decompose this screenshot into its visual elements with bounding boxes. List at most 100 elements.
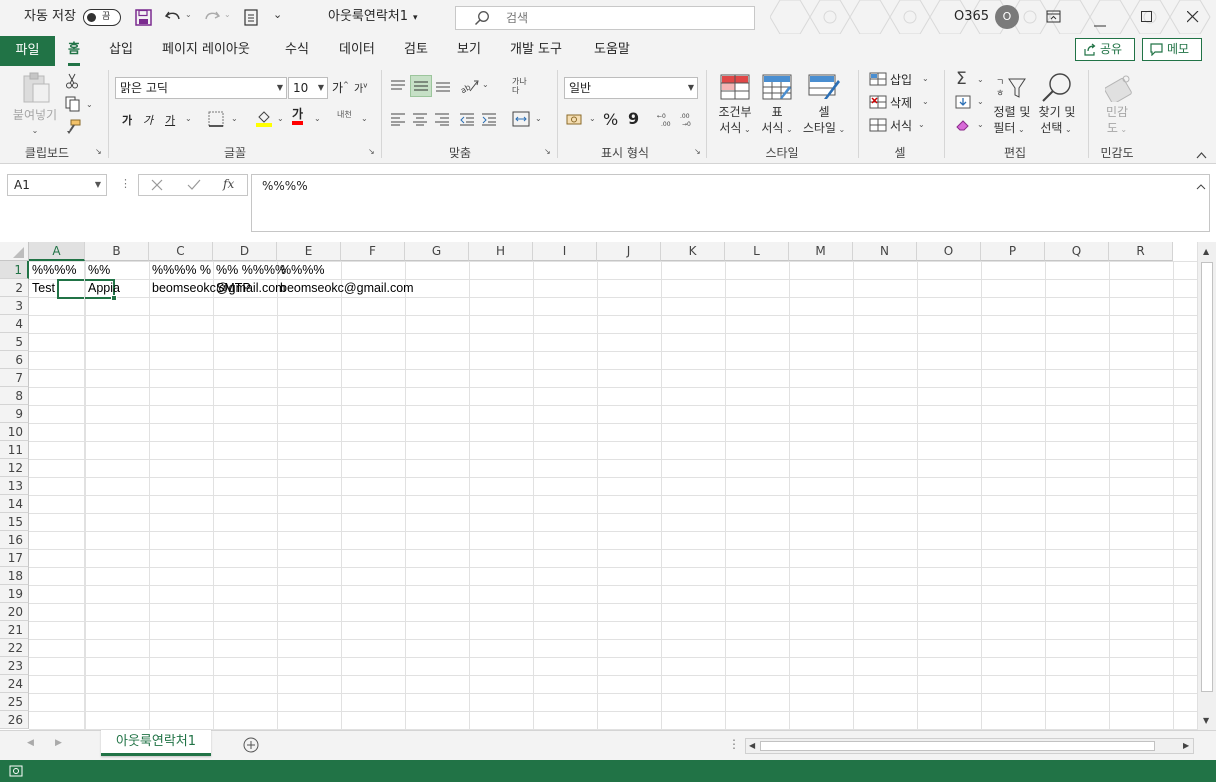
format-as-table-icon[interactable] xyxy=(762,74,792,103)
collapse-formula-bar-icon[interactable] xyxy=(1196,179,1206,193)
row-header-15[interactable]: 15 xyxy=(0,513,29,531)
sort-filter-label-1[interactable]: 정렬 및 xyxy=(987,104,1037,120)
phonetic-dropdown-icon[interactable]: ⌄ xyxy=(361,114,368,123)
column-header-o[interactable]: O xyxy=(917,242,981,261)
avatar[interactable]: O xyxy=(995,5,1019,29)
cell-area[interactable]: %%%%%%%%%% %%% %%%%%%%% Test Appia beomseok… xyxy=(29,261,1197,730)
conditional-formatting-label-1[interactable]: 조건부 xyxy=(712,104,758,120)
row-header-19[interactable]: 19 xyxy=(0,585,29,603)
insert-cells-icon[interactable] xyxy=(869,72,887,89)
column-header-h[interactable]: H xyxy=(469,242,533,261)
cell-e1[interactable]: %%%% xyxy=(277,261,324,279)
cell-styles-icon[interactable] xyxy=(808,74,840,103)
find-select-icon[interactable] xyxy=(1041,72,1073,105)
cell-d1[interactable]: %% %%%% xyxy=(213,261,286,279)
share-button[interactable]: 공유 xyxy=(1075,38,1135,61)
phonetic-guide-button[interactable]: 내천 xyxy=(337,110,355,119)
minimize-icon[interactable] xyxy=(1094,16,1106,30)
scroll-right-icon[interactable]: ▶ xyxy=(1183,741,1189,750)
cell-e2[interactable]: beomseokc@gmail.com xyxy=(277,279,414,297)
wrap-text-button[interactable]: 가나 다 xyxy=(512,77,532,95)
column-header-l[interactable]: L xyxy=(725,242,789,261)
paste-icon[interactable] xyxy=(21,72,51,107)
border-dropdown-icon[interactable]: ⌄ xyxy=(231,114,238,123)
tab-help[interactable]: 도움말 xyxy=(594,36,630,66)
tab-file[interactable]: 파일 xyxy=(0,36,55,66)
cell-d2[interactable]: SMTP xyxy=(213,279,251,297)
align-top-icon[interactable] xyxy=(390,79,406,96)
border-icon[interactable] xyxy=(208,111,224,130)
align-middle-button[interactable] xyxy=(410,75,432,97)
tab-view[interactable]: 보기 xyxy=(457,36,481,66)
cell-b1[interactable]: %% xyxy=(85,261,110,279)
row-header-11[interactable]: 11 xyxy=(0,441,29,459)
select-all-corner[interactable] xyxy=(0,242,29,261)
horizontal-scrollbar[interactable]: ◀ ▶ xyxy=(745,738,1194,754)
undo-dropdown-icon[interactable]: ⌄ xyxy=(185,10,192,19)
row-header-24[interactable]: 24 xyxy=(0,675,29,693)
orientation-icon[interactable]: ab xyxy=(459,77,480,96)
row-header-22[interactable]: 22 xyxy=(0,639,29,657)
conditional-formatting-label-2[interactable]: 서식 ⌄ xyxy=(712,120,758,138)
paste-button-label[interactable]: 붙여넣기 xyxy=(10,107,60,123)
cell-b2[interactable]: Appia xyxy=(85,279,120,297)
column-header-e[interactable]: E xyxy=(277,242,341,261)
row-header-18[interactable]: 18 xyxy=(0,567,29,585)
save-icon[interactable] xyxy=(135,9,152,29)
comments-button[interactable]: 메모 xyxy=(1142,38,1202,61)
drag-handle-icon[interactable]: ⋮ xyxy=(120,177,131,190)
row-header-26[interactable]: 26 xyxy=(0,711,29,729)
next-sheet-icon[interactable]: ▶ xyxy=(55,738,62,748)
format-cells-icon[interactable] xyxy=(869,118,887,135)
autosum-dropdown-icon[interactable]: ⌄ xyxy=(977,75,984,84)
sort-filter-icon[interactable]: ㄱㅎ xyxy=(996,75,1026,104)
row-header-2[interactable]: 2 xyxy=(0,279,29,297)
format-dropdown-icon[interactable]: ⌄ xyxy=(918,120,925,129)
search-box[interactable]: 검색 xyxy=(455,6,755,30)
cell-a1[interactable]: %%%% xyxy=(29,261,76,279)
align-left-icon[interactable] xyxy=(390,112,406,129)
fill-dropdown-icon[interactable]: ⌄ xyxy=(977,97,984,106)
format-as-table-label-1[interactable]: 표 xyxy=(755,104,799,120)
font-launcher-icon[interactable]: ↘ xyxy=(368,147,375,156)
column-header-a[interactable]: A xyxy=(29,242,85,261)
row-header-3[interactable]: 3 xyxy=(0,297,29,315)
sort-filter-label-2[interactable]: 필터 ⌄ xyxy=(987,120,1031,138)
font-color-button[interactable]: 가 xyxy=(292,108,304,125)
row-header-7[interactable]: 7 xyxy=(0,369,29,387)
row-header-12[interactable]: 12 xyxy=(0,459,29,477)
row-header-5[interactable]: 5 xyxy=(0,333,29,351)
align-center-icon[interactable] xyxy=(412,112,428,129)
cell-styles-label-2[interactable]: 스타일 ⌄ xyxy=(798,120,850,138)
cancel-icon[interactable] xyxy=(151,179,163,194)
clipboard-launcher-icon[interactable]: ↘ xyxy=(95,147,102,156)
scroll-up-icon[interactable]: ▲ xyxy=(1203,247,1209,256)
vertical-scrollbar[interactable]: ▲ ▼ xyxy=(1197,242,1216,730)
cut-icon[interactable] xyxy=(65,73,79,92)
vertical-scroll-thumb[interactable] xyxy=(1201,262,1213,692)
row-header-21[interactable]: 21 xyxy=(0,621,29,639)
spreadsheet-grid[interactable]: ABCDEFGHIJKLMNOPQR 1 2 3 4 5 6 7 8 9 10 11 12 13 14 15… xyxy=(0,242,1197,730)
sensitivity-icon[interactable] xyxy=(1104,72,1135,105)
tab-developer[interactable]: 개발 도구 xyxy=(510,36,562,66)
new-sheet-icon[interactable] xyxy=(243,737,259,756)
row-header-10[interactable]: 10 xyxy=(0,423,29,441)
account-name[interactable]: O365 xyxy=(954,0,989,34)
enter-icon[interactable] xyxy=(187,179,201,194)
autosave-toggle[interactable]: 끔 xyxy=(83,9,121,26)
row-header-25[interactable]: 25 xyxy=(0,693,29,711)
horizontal-scroll-thumb[interactable] xyxy=(760,741,1155,751)
increase-decimal-icon[interactable]: ←0.00 xyxy=(656,111,674,130)
fill-color-dropdown-icon[interactable]: ⌄ xyxy=(277,114,284,123)
tab-data[interactable]: 데이터 xyxy=(339,36,375,66)
format-painter-icon[interactable] xyxy=(65,119,81,138)
document-title[interactable]: 아웃룩연락처1 ▾ xyxy=(328,0,418,34)
name-box[interactable]: A1 ▼ xyxy=(7,174,107,196)
insert-dropdown-icon[interactable]: ⌄ xyxy=(922,74,929,83)
delete-cells-button[interactable]: 삭제 xyxy=(890,94,912,111)
row-header-1[interactable]: 1 xyxy=(0,261,29,279)
insert-cells-button[interactable]: 삽입 xyxy=(890,71,912,88)
font-name-select[interactable]: 맑은 고딕 ▼ xyxy=(115,77,287,99)
column-header-n[interactable]: N xyxy=(853,242,917,261)
column-header-i[interactable]: I xyxy=(533,242,597,261)
